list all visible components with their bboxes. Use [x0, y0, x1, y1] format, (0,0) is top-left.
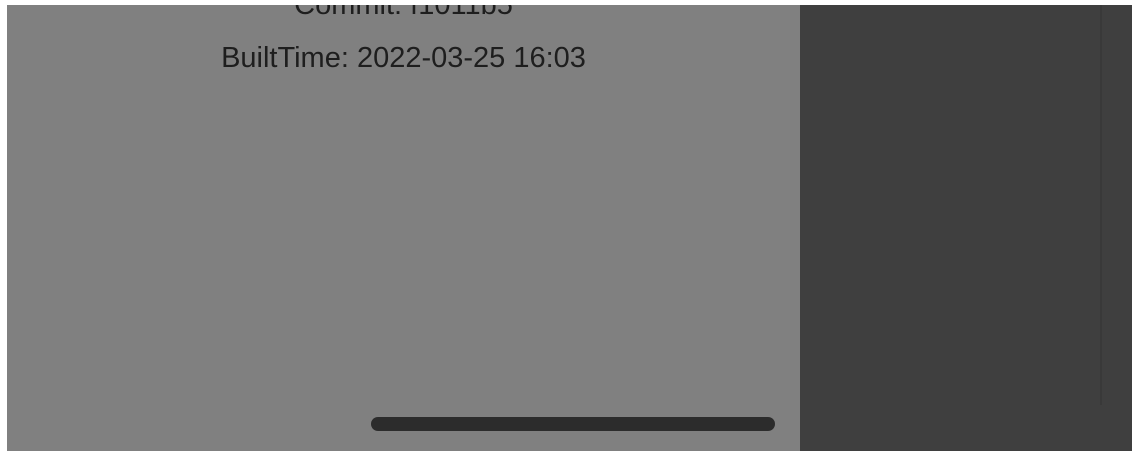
built-time-text: BuiltTime: 2022-03-25 16:03 — [221, 42, 586, 74]
side-divider — [1100, 5, 1102, 405]
commit-text: Commit: f1011b5 — [294, 5, 513, 21]
about-panel: Commit: f1011b5 BuiltTime: 2022-03-25 16… — [7, 5, 800, 451]
screen: Commit: f1011b5 BuiltTime: 2022-03-25 16… — [0, 0, 1132, 451]
side-panel — [800, 5, 1132, 451]
home-indicator[interactable] — [371, 417, 775, 431]
